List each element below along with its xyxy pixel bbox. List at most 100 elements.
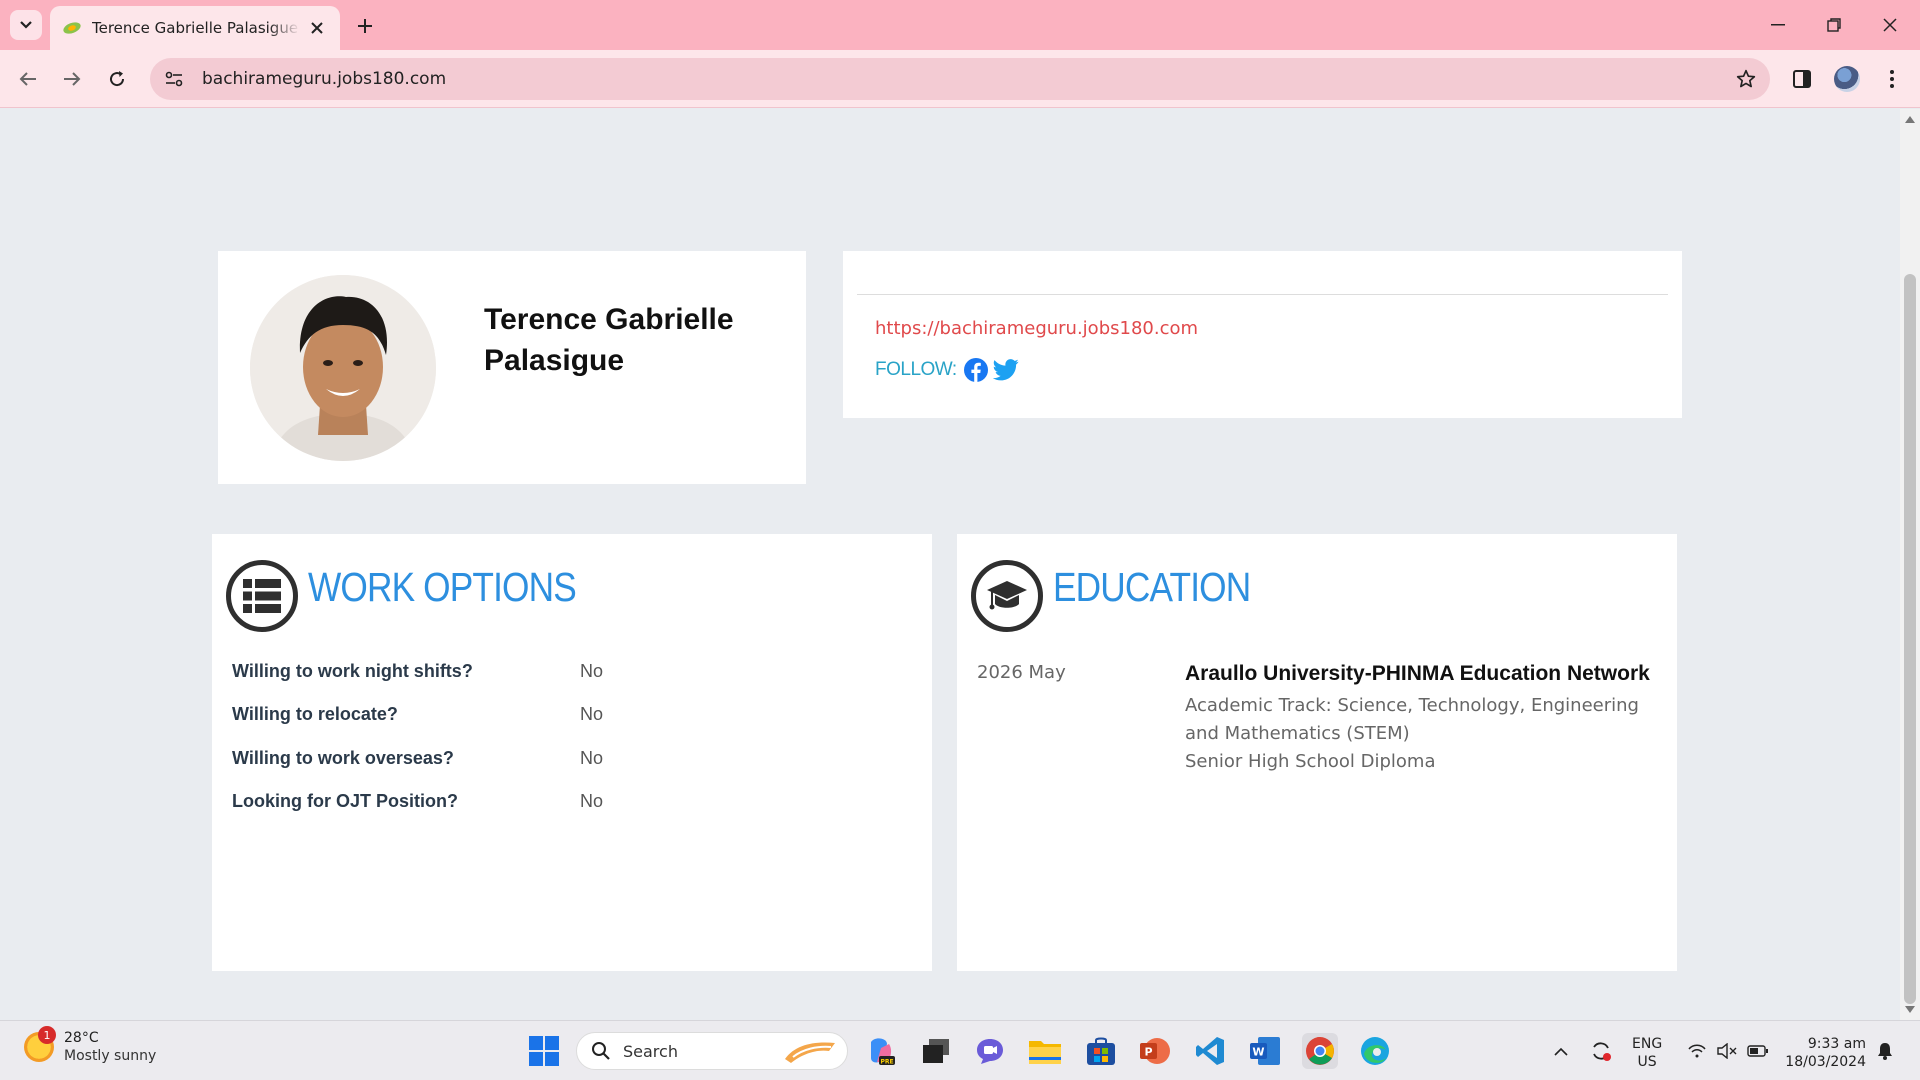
system-clock[interactable]: 9:33 am 18/03/2024 — [1782, 1035, 1866, 1071]
svg-text:W: W — [1252, 1046, 1264, 1059]
minimize-button[interactable] — [1750, 0, 1806, 50]
work-option-question: Willing to work night shifts? — [232, 661, 473, 681]
volume-status[interactable] — [1714, 1021, 1740, 1080]
profile-button[interactable] — [1831, 63, 1863, 95]
wifi-icon — [1688, 1044, 1706, 1058]
browser-menu-button[interactable] — [1876, 63, 1908, 95]
profile-name-line2: Palasigue — [484, 344, 625, 377]
volume-muted-icon — [1717, 1043, 1737, 1059]
chevron-down-icon — [20, 21, 32, 29]
show-hidden-icons[interactable] — [1548, 1021, 1574, 1080]
profile-name-line1: Terence Gabrielle — [484, 303, 734, 336]
reload-icon — [110, 71, 125, 87]
facebook-icon — [963, 358, 988, 382]
facebook-link[interactable] — [963, 357, 989, 383]
work-options-title: WORK OPTIONS — [308, 564, 577, 610]
work-option-question: Willing to work overseas? — [232, 748, 454, 768]
taskbar-search[interactable]: Search — [576, 1032, 848, 1070]
chat-icon — [977, 1039, 1003, 1064]
windows-start-icon — [529, 1036, 559, 1066]
work-option-question: Looking for OJT Position? — [232, 791, 458, 811]
twitter-link[interactable] — [992, 357, 1019, 383]
avatar — [1834, 66, 1860, 92]
edge-app[interactable] — [1357, 1033, 1393, 1069]
clock-time: 9:33 am — [1807, 1036, 1866, 1052]
close-icon — [311, 22, 323, 34]
work-options-card: WORK OPTIONS Willing to work night shift… — [212, 534, 932, 971]
close-window-button[interactable] — [1862, 0, 1918, 50]
plus-icon — [358, 19, 372, 33]
sun-icon: 1 — [24, 1026, 56, 1062]
copilot-app[interactable]: PRE — [862, 1033, 898, 1069]
url-text: bachirameguru.jobs180.com — [202, 69, 447, 89]
back-button[interactable] — [12, 63, 44, 95]
file-explorer-app[interactable] — [1027, 1033, 1063, 1069]
side-panel-button[interactable] — [1786, 63, 1818, 95]
education-icon-badge — [971, 560, 1043, 632]
education-track: Academic Track: Science, Technology, Eng… — [1185, 695, 1639, 744]
store-icon — [1087, 1037, 1115, 1065]
new-tab-button[interactable] — [352, 13, 378, 39]
menu-icon — [1890, 70, 1894, 88]
copilot-icon: PRE — [871, 1038, 895, 1066]
tab-title: Terence Gabrielle Palasigue - Jo — [92, 19, 300, 37]
work-option-row: Willing to relocate? No — [232, 704, 603, 725]
browser-tab-active[interactable]: Terence Gabrielle Palasigue - Jo — [50, 6, 340, 50]
work-option-answer: No — [580, 661, 604, 681]
profile-name: Terence Gabrielle Palasigue — [484, 299, 784, 381]
notifications-button[interactable] — [1872, 1021, 1898, 1080]
education-title: EDUCATION — [1053, 564, 1251, 610]
follow-label: FOLLOW: — [875, 359, 957, 380]
education-date: 2026 May — [977, 662, 1066, 683]
star-icon — [1736, 69, 1756, 88]
favicon-icon — [63, 22, 81, 34]
website-link[interactable]: https://bachirameguru.jobs180.com — [875, 318, 1198, 339]
divider — [857, 294, 1668, 295]
profile-photo — [250, 275, 436, 461]
sync-status[interactable] — [1586, 1021, 1616, 1080]
vscode-app[interactable] — [1192, 1033, 1228, 1069]
browser-toolbar: bachirameguru.jobs180.com — [0, 50, 1920, 108]
profile-card: Terence Gabrielle Palasigue — [218, 251, 806, 484]
svg-text:P: P — [1144, 1046, 1152, 1059]
input-language[interactable]: ENG US — [1632, 1035, 1662, 1071]
education-diploma: Senior High School Diploma — [1185, 751, 1436, 772]
task-view-app[interactable] — [918, 1033, 954, 1069]
minimize-icon — [1771, 24, 1785, 26]
start-button[interactable] — [526, 1033, 562, 1069]
scroll-down-arrow[interactable] — [1905, 1006, 1915, 1013]
search-highlight-icon — [785, 1042, 835, 1063]
scroll-up-arrow[interactable] — [1905, 116, 1915, 123]
search-label: Search — [623, 1041, 678, 1061]
scrollbar-thumb[interactable] — [1904, 274, 1916, 1004]
search-icon — [592, 1042, 610, 1060]
teams-app[interactable] — [972, 1033, 1008, 1069]
weather-widget[interactable]: 1 28°C Mostly sunny — [24, 1026, 156, 1065]
restore-icon — [1827, 18, 1841, 32]
restore-button[interactable] — [1806, 0, 1862, 50]
chrome-app[interactable] — [1302, 1033, 1338, 1069]
powerpoint-app[interactable]: P — [1137, 1033, 1173, 1069]
taskbar: 1 28°C Mostly sunny Search PRE P W ENG U… — [0, 1020, 1920, 1080]
forward-icon — [64, 72, 81, 86]
store-app[interactable] — [1083, 1033, 1119, 1069]
browser-tab-bar: Terence Gabrielle Palasigue - Jo — [0, 0, 1920, 50]
bookmark-button[interactable] — [1726, 58, 1766, 100]
close-tab-button[interactable] — [306, 17, 328, 39]
page-scrollbar[interactable] — [1900, 109, 1920, 1020]
task-view-icon — [923, 1039, 949, 1063]
sync-icon — [1593, 1042, 1611, 1061]
edge-icon — [1361, 1037, 1389, 1065]
address-bar[interactable]: bachirameguru.jobs180.com — [150, 58, 1770, 100]
follow-row: FOLLOW: — [875, 357, 1023, 383]
close-icon — [1883, 18, 1897, 32]
tab-search-button[interactable] — [10, 10, 42, 40]
word-app[interactable]: W — [1247, 1033, 1283, 1069]
list-icon — [243, 579, 281, 613]
site-info-button[interactable] — [154, 58, 194, 100]
wifi-status[interactable] — [1684, 1021, 1710, 1080]
battery-status[interactable] — [1744, 1021, 1772, 1080]
forward-button[interactable] — [56, 63, 88, 95]
site-info-icon — [165, 71, 183, 87]
reload-button[interactable] — [101, 63, 133, 95]
